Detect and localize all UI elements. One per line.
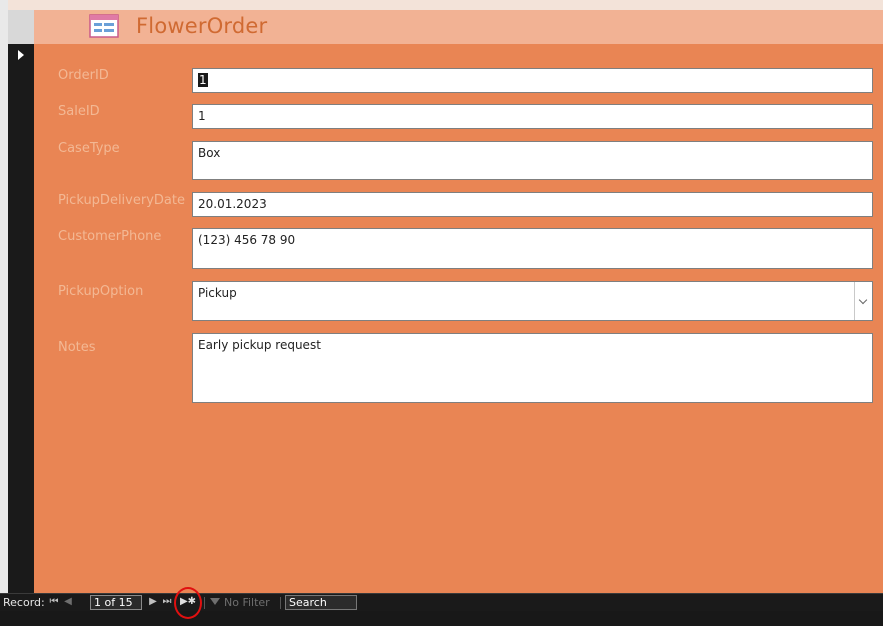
top-strip <box>8 0 883 10</box>
filter-icon <box>210 598 220 605</box>
pickup-option-value: Pickup <box>198 286 237 300</box>
pickup-option-dropdown-button[interactable] <box>854 282 872 320</box>
case-type-field[interactable]: Box <box>192 141 873 180</box>
last-record-button[interactable]: ⏭ <box>161 596 173 607</box>
notes-field[interactable]: Early pickup request <box>192 333 873 403</box>
separator <box>204 597 205 609</box>
current-record-input[interactable]: 1 of 15 <box>90 595 142 610</box>
order-id-value: 1 <box>198 73 208 87</box>
no-filter-toggle[interactable]: No Filter <box>224 596 270 609</box>
label-notes: Notes <box>58 340 96 355</box>
window-edge <box>0 0 8 593</box>
order-id-field[interactable]: 1 <box>192 68 873 93</box>
label-pickup-delivery-date: PickupDeliveryDate <box>58 193 185 208</box>
access-form-window: FlowerOrder OrderID 1 SaleID 1 CaseType … <box>0 0 883 626</box>
record-label: Record: <box>3 596 45 609</box>
search-input[interactable]: Search <box>285 595 357 610</box>
previous-record-button[interactable]: ◀ <box>62 596 74 607</box>
form-header: FlowerOrder <box>34 10 883 44</box>
form-icon <box>89 14 119 38</box>
pickup-delivery-date-field[interactable]: 20.01.2023 <box>192 192 873 217</box>
first-record-button[interactable]: ⏮ <box>48 596 60 607</box>
form-title: FlowerOrder <box>136 14 268 38</box>
header-selector <box>8 10 34 44</box>
label-sale-id: SaleID <box>58 104 100 119</box>
label-customer-phone: CustomerPhone <box>58 229 162 244</box>
current-record-arrow-icon <box>18 50 24 60</box>
next-record-button[interactable]: ▶ <box>147 596 159 607</box>
separator <box>280 597 281 609</box>
sale-id-field[interactable]: 1 <box>192 104 873 129</box>
form-detail: OrderID 1 SaleID 1 CaseType Box PickupDe… <box>34 44 883 593</box>
record-selector[interactable] <box>8 44 34 593</box>
record-navigation-bar: Record: ⏮ ◀ 1 of 15 ▶ ⏭ ▶✱ No Filter Sea… <box>0 593 883 612</box>
chevron-down-icon <box>858 295 868 305</box>
new-record-highlight-circle <box>174 587 202 619</box>
customer-phone-field[interactable]: (123) 456 78 90 <box>192 228 873 269</box>
status-band <box>0 611 883 626</box>
pickup-option-combobox[interactable]: Pickup <box>192 281 873 321</box>
label-pickup-option: PickupOption <box>58 284 144 299</box>
label-order-id: OrderID <box>58 68 109 83</box>
label-case-type: CaseType <box>58 141 120 156</box>
